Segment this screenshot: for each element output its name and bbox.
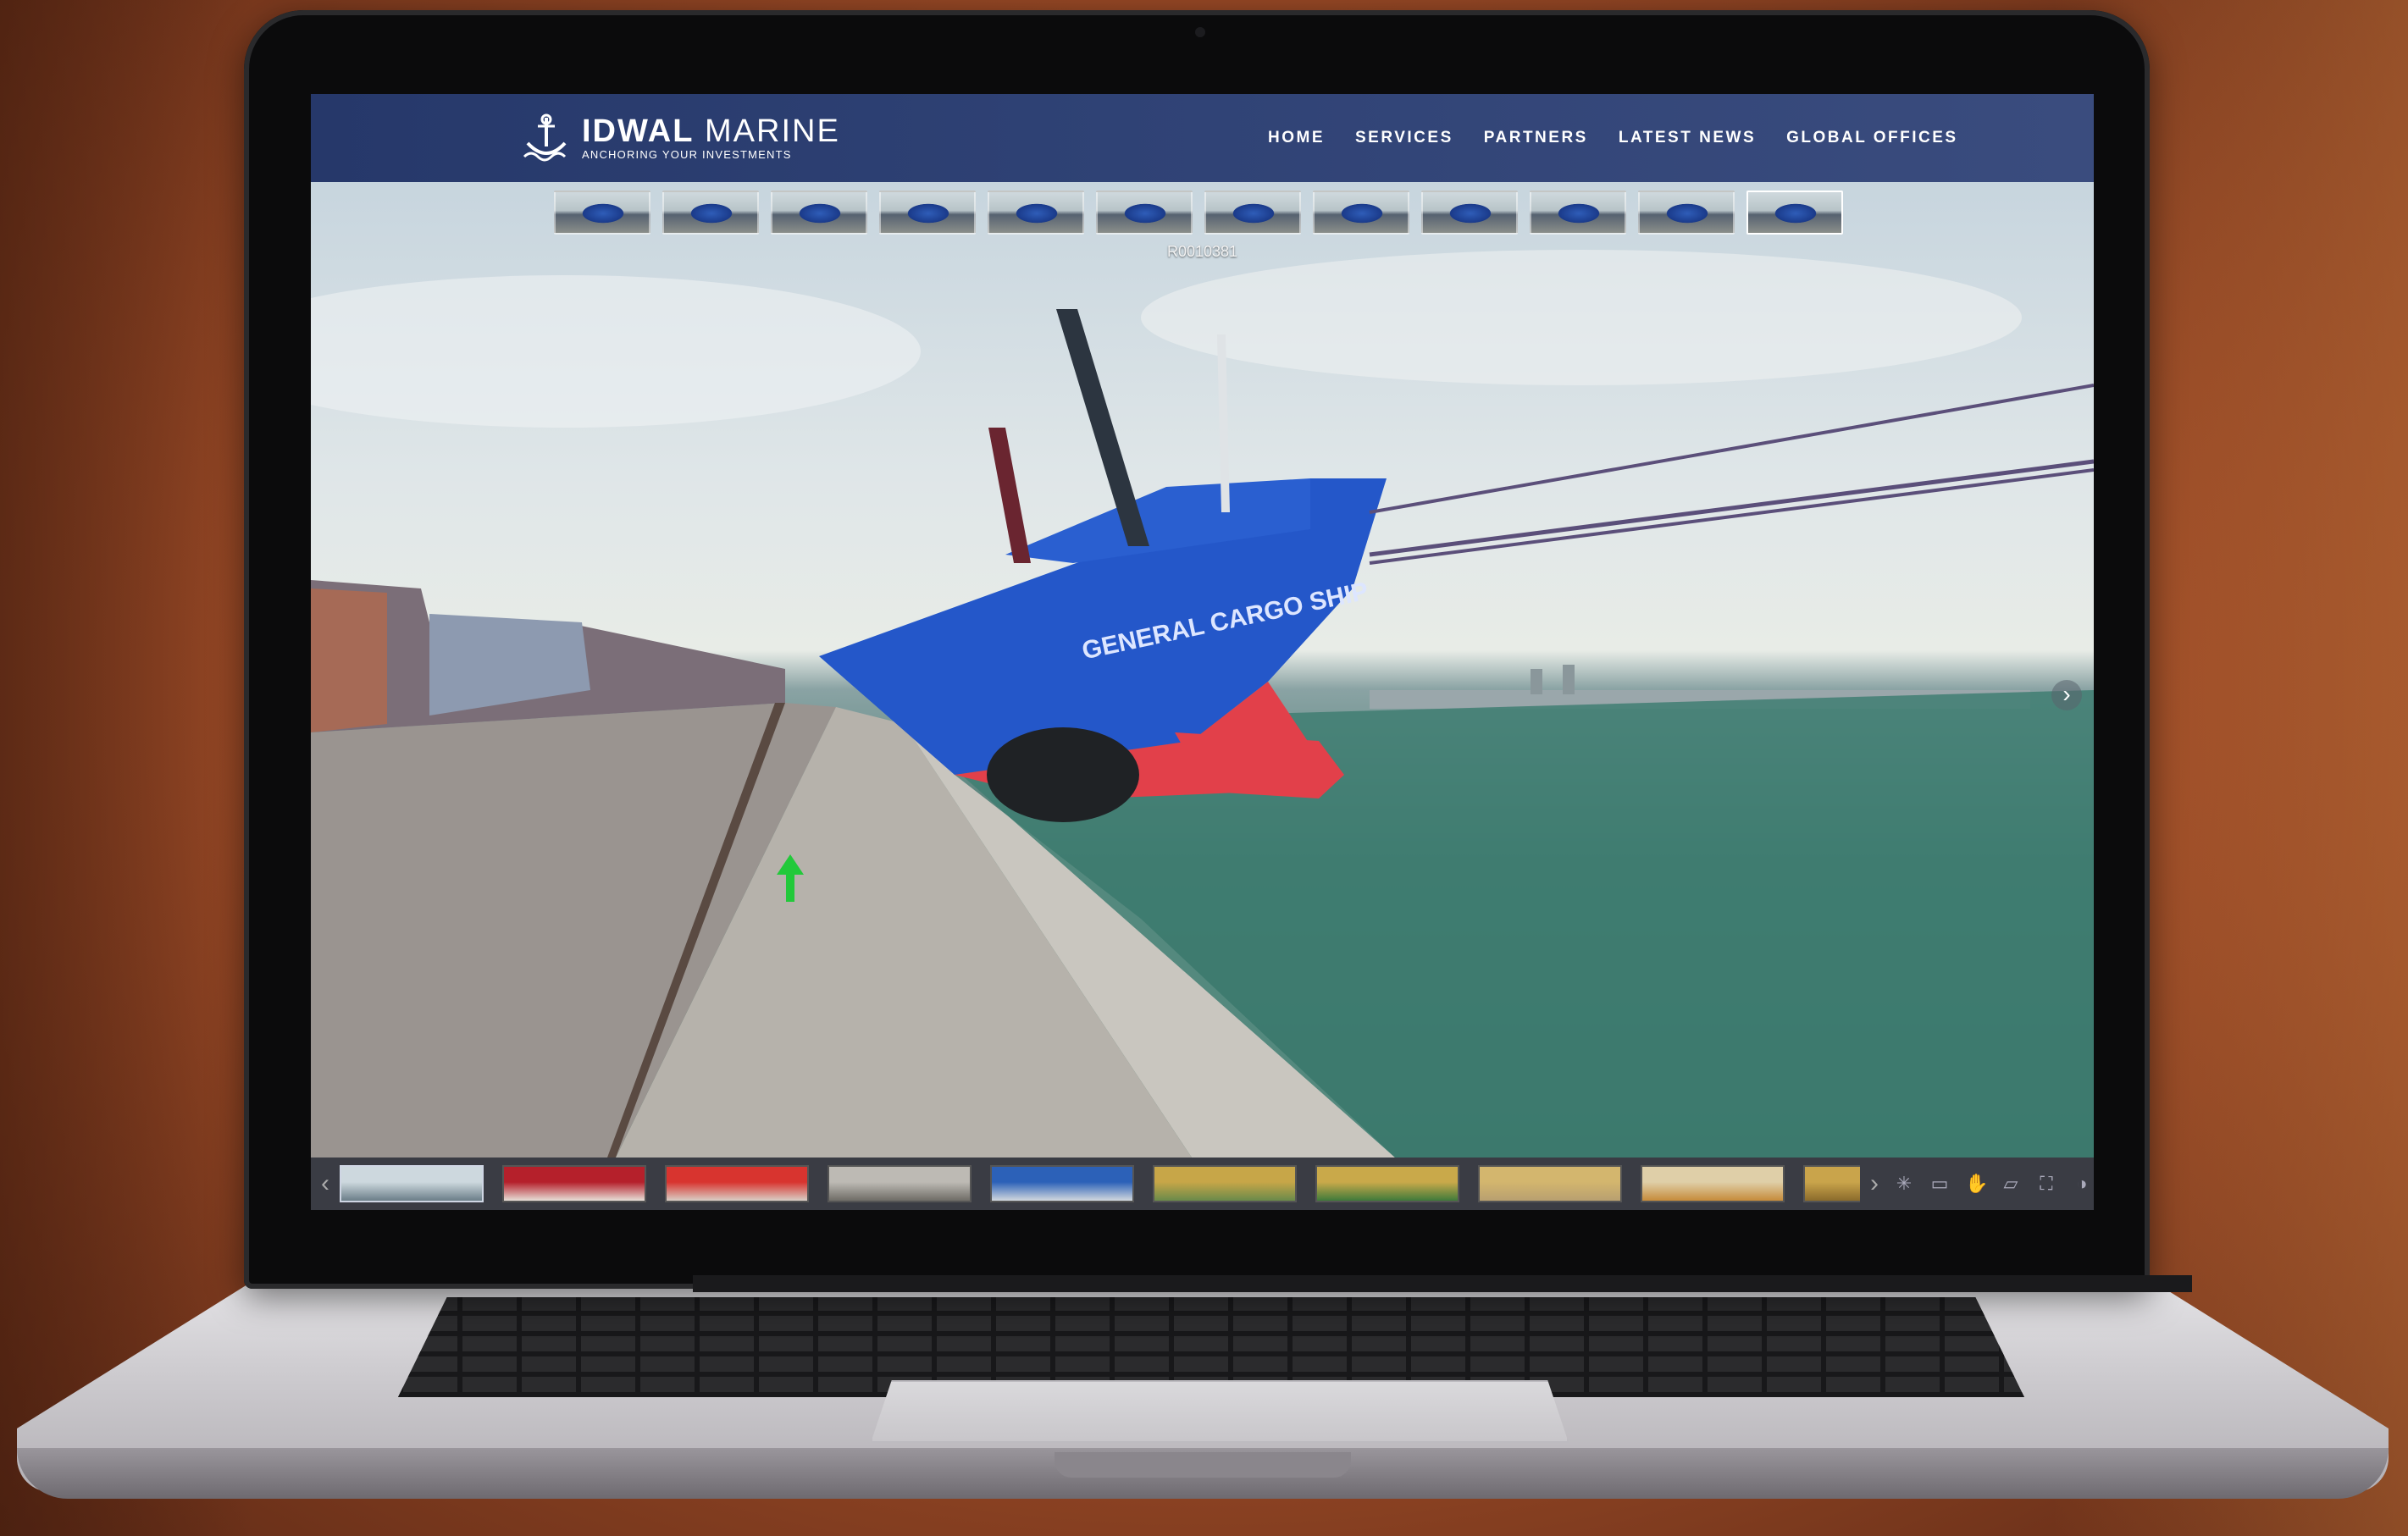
scene-thumb[interactable] (879, 191, 976, 235)
panorama-viewer[interactable]: GENERAL CARGO SHIP R0010381 › (311, 182, 2094, 1158)
anchor-logo-icon (523, 113, 567, 162)
scene-thumb-active[interactable] (1746, 191, 1843, 235)
cloud (1141, 250, 2022, 385)
tour-bottom-bar: ‹ › ✳ ▭ ✋ ▱ ⛶ ◑ (311, 1158, 2094, 1210)
scene-thumb[interactable] (1638, 191, 1735, 235)
cloud (311, 275, 921, 428)
warehouse-red (311, 588, 387, 732)
webcam (1195, 27, 1205, 37)
vr-icon[interactable]: ▭ (1929, 1174, 1950, 1194)
nav-partners[interactable]: PARTNERS (1484, 129, 1588, 147)
scene-thumb[interactable] (1204, 191, 1301, 235)
scene-thumb[interactable] (1096, 191, 1193, 235)
tour-thumb[interactable] (1153, 1165, 1297, 1202)
scene-label: R0010381 (1166, 243, 1238, 260)
fullscreen-icon[interactable]: ⛶ (2036, 1174, 2056, 1194)
nav-latest-news[interactable]: LATEST NEWS (1619, 129, 1756, 147)
tour-thumbnail-strip (340, 1165, 1860, 1202)
tour-thumb[interactable] (1641, 1165, 1785, 1202)
mooring-line (1369, 384, 2094, 514)
panorama-image: GENERAL CARGO SHIP (311, 250, 2094, 1158)
laptop-trackpad (871, 1380, 1569, 1443)
tour-thumb-active[interactable] (340, 1165, 484, 1202)
logo-name: IDWAL MARINE (582, 113, 840, 149)
scene-thumb[interactable] (771, 191, 867, 235)
scene-thumb[interactable] (1530, 191, 1626, 235)
tour-thumb[interactable] (1478, 1165, 1622, 1202)
tour-thumb[interactable] (990, 1165, 1134, 1202)
next-scene-arrow[interactable]: › (2051, 680, 2082, 710)
site-header: IDWAL MARINE ANCHORING YOUR INVESTMENTS … (311, 94, 2094, 182)
scene-thumbnail-strip (554, 191, 1843, 238)
tour-thumb[interactable] (1315, 1165, 1459, 1202)
tour-thumb[interactable] (665, 1165, 809, 1202)
info-icon[interactable]: ◑ (2072, 1174, 2092, 1194)
strip-next-arrow[interactable]: › (1860, 1169, 1889, 1198)
tour-thumb[interactable] (502, 1165, 646, 1202)
laptop-hinge (693, 1275, 2192, 1292)
laptop-notch (1055, 1452, 1351, 1478)
navigation-arrow-icon[interactable] (775, 853, 805, 903)
tour-thumb[interactable] (1803, 1165, 1860, 1202)
scene-thumb[interactable] (988, 191, 1084, 235)
site-logo[interactable]: IDWAL MARINE ANCHORING YOUR INVESTMENTS (521, 113, 840, 163)
distant-chimney (1531, 669, 1542, 694)
tyre-fender (987, 727, 1139, 822)
hotspot-toggle-icon[interactable]: ✳ (1894, 1174, 1914, 1194)
distant-chimney (1563, 665, 1575, 694)
viewer-tools: ✳ ▭ ✋ ▱ ⛶ ◑ (1894, 1174, 2092, 1194)
nav-home[interactable]: HOME (1268, 129, 1325, 147)
ship-crane-red (988, 428, 1031, 563)
hand-drag-icon[interactable]: ✋ (1965, 1174, 1988, 1194)
scene-thumb[interactable] (662, 191, 759, 235)
strip-prev-arrow[interactable]: ‹ (311, 1169, 340, 1198)
logo-text: IDWAL MARINE ANCHORING YOUR INVESTMENTS (582, 114, 840, 162)
scene-thumb[interactable] (1313, 191, 1409, 235)
main-nav: HOME SERVICES PARTNERS LATEST NEWS GLOBA… (1268, 94, 1989, 182)
tour-thumb[interactable] (828, 1165, 972, 1202)
scene-thumb[interactable] (1421, 191, 1518, 235)
mooring-line (1369, 468, 2094, 565)
scene-thumb[interactable] (554, 191, 650, 235)
laptop-screen: IDWAL MARINE ANCHORING YOUR INVESTMENTS … (311, 94, 2094, 1210)
ship-crane (1056, 309, 1149, 546)
nav-services[interactable]: SERVICES (1355, 129, 1453, 147)
logo-tagline: ANCHORING YOUR INVESTMENTS (582, 148, 792, 161)
mooring-line (1369, 459, 2094, 557)
gyro-icon[interactable]: ▱ (2001, 1174, 2021, 1194)
nav-global-offices[interactable]: GLOBAL OFFICES (1786, 129, 1957, 147)
